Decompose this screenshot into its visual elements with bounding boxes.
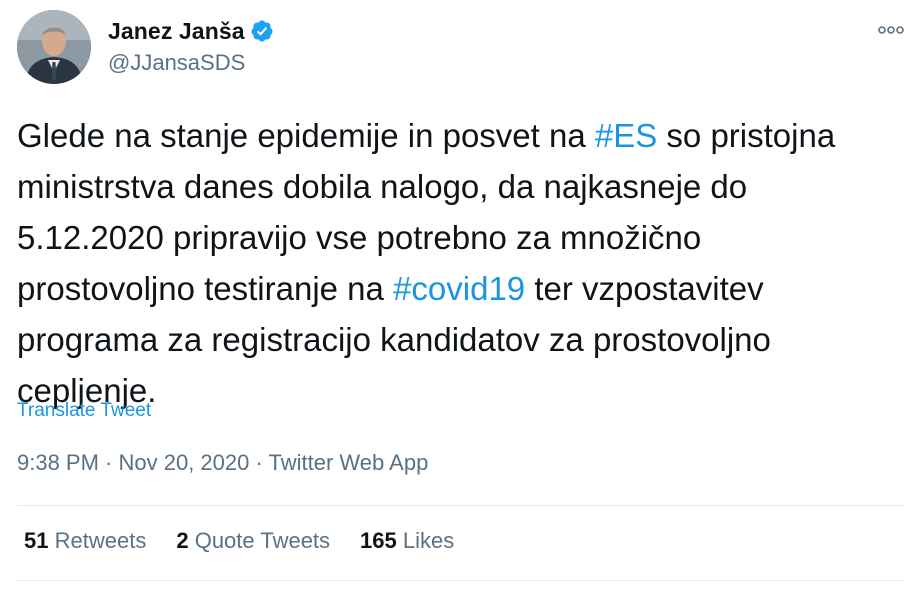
likes-label: Likes xyxy=(402,528,455,553)
divider xyxy=(17,580,904,581)
tweet-date[interactable]: Nov 20, 2020 xyxy=(119,450,250,475)
author-name-row: Janez Janša xyxy=(108,12,274,50)
likes-count: 165 xyxy=(360,528,397,553)
verified-badge-icon xyxy=(250,19,274,43)
author-handle[interactable]: @JJansaSDS xyxy=(108,50,274,76)
quote-tweets-label: Quote Tweets xyxy=(194,528,331,553)
hashtag-link-covid19[interactable]: #covid19 xyxy=(393,270,525,307)
tweet-card: Janez Janša @JJansaSDS Glede na stanje e… xyxy=(0,0,922,614)
engagement-stats: 51 Retweets 2 Quote Tweets 165 Likes xyxy=(24,528,484,554)
tweet-text-segment: Glede na stanje epidemije in posvet na xyxy=(17,117,595,154)
translate-tweet-link[interactable]: Translate Tweet xyxy=(17,400,151,422)
quote-tweets-stat[interactable]: 2 Quote Tweets xyxy=(176,528,330,554)
retweets-count: 51 xyxy=(24,528,49,553)
tweet-time[interactable]: 9:38 PM xyxy=(17,450,99,475)
tweet-text: Glede na stanje epidemije in posvet na #… xyxy=(17,110,912,416)
likes-stat[interactable]: 165 Likes xyxy=(360,528,454,554)
meta-separator: · xyxy=(98,450,119,475)
retweets-label: Retweets xyxy=(54,528,147,553)
quote-tweets-count: 2 xyxy=(176,528,189,553)
meta-separator: · xyxy=(249,450,269,475)
hashtag-link-es[interactable]: #ES xyxy=(595,117,657,154)
author-block: Janez Janša @JJansaSDS xyxy=(108,12,274,76)
more-options-icon[interactable] xyxy=(878,22,904,38)
tweet-source[interactable]: Twitter Web App xyxy=(269,450,429,475)
author-display-name[interactable]: Janez Janša xyxy=(108,18,245,45)
avatar-photo xyxy=(17,10,91,84)
tweet-metadata: 9:38 PM · Nov 20, 2020 · Twitter Web App xyxy=(17,450,428,476)
retweets-stat[interactable]: 51 Retweets xyxy=(24,528,146,554)
avatar[interactable] xyxy=(17,10,91,84)
divider xyxy=(17,505,904,506)
